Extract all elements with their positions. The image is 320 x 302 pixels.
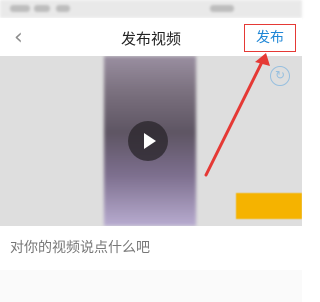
status-wifi-icon <box>34 5 50 12</box>
status-indicator-icon <box>56 5 70 12</box>
status-battery-icon <box>210 5 234 12</box>
video-preview-area: ↻ <box>0 56 302 226</box>
navigation-bar: ‹ 发布视频 发布 <box>0 18 302 56</box>
cover-button[interactable] <box>236 193 302 219</box>
status-signal-icon <box>10 5 30 12</box>
bottom-area <box>0 270 302 302</box>
publish-button[interactable]: 发布 <box>244 24 296 52</box>
status-bar <box>0 0 302 18</box>
caption-input[interactable] <box>10 236 292 260</box>
play-icon[interactable] <box>128 121 168 161</box>
rotate-icon[interactable]: ↻ <box>270 66 290 86</box>
